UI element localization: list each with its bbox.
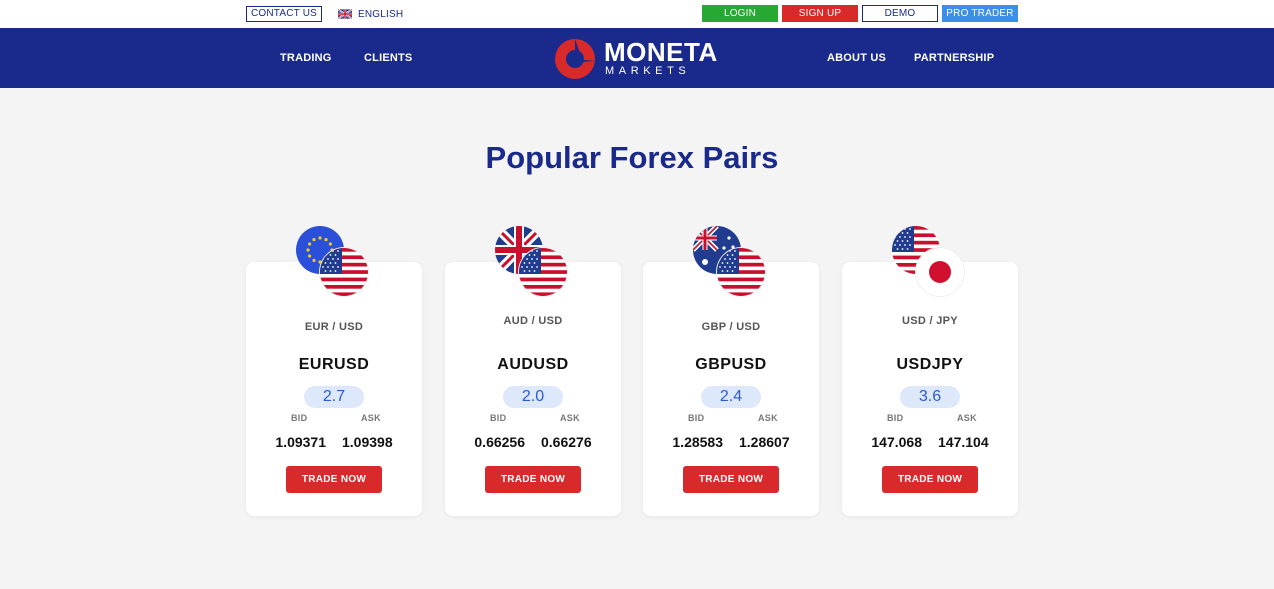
page-title: Popular Forex Pairs bbox=[485, 140, 779, 175]
forex-pair-card: EUR / USD EURUSD 2.7 BID ASK 1.09371 1.09… bbox=[246, 262, 422, 516]
ask-label: ASK bbox=[758, 413, 778, 423]
ask-label: ASK bbox=[957, 413, 977, 423]
ask-price: 0.66276 bbox=[541, 434, 592, 450]
trade-now-button[interactable]: TRADE NOW bbox=[286, 466, 382, 493]
bid-label: BID bbox=[291, 413, 308, 423]
pair-symbol: AUDUSD bbox=[497, 356, 569, 373]
bid-price: 1.09371 bbox=[275, 434, 326, 450]
uk-flag-icon bbox=[338, 9, 352, 19]
pro-trader-button[interactable]: PRO TRADER bbox=[942, 5, 1018, 22]
pair-flags bbox=[892, 226, 968, 302]
pair-symbol: EURUSD bbox=[298, 356, 370, 373]
bid-label: BID bbox=[688, 413, 705, 423]
pair-flags bbox=[296, 226, 372, 302]
price-row: 1.28583 1.28607 bbox=[643, 434, 819, 450]
demo-button[interactable]: DEMO bbox=[862, 5, 938, 22]
pair-flags bbox=[495, 226, 571, 302]
price-row: 0.66256 0.66276 bbox=[445, 434, 621, 450]
login-button[interactable]: LOGIN bbox=[702, 5, 778, 22]
logo-subtitle: MARKETS bbox=[605, 65, 691, 77]
ask-price: 147.104 bbox=[938, 434, 989, 450]
spread-badge: 2.0 bbox=[503, 386, 563, 408]
language-selector[interactable]: ENGLISH bbox=[338, 6, 403, 22]
us-flag-icon bbox=[717, 248, 765, 296]
price-row: 1.09371 1.09398 bbox=[246, 434, 422, 450]
nav-trading[interactable]: TRADING bbox=[280, 52, 332, 64]
trade-now-button[interactable]: TRADE NOW bbox=[683, 466, 779, 493]
ask-label: ASK bbox=[361, 413, 381, 423]
pair-label: USD / JPY bbox=[902, 315, 958, 327]
forex-pair-card: USD / JPY USDJPY 3.6 BID ASK 147.068 147.… bbox=[842, 262, 1018, 516]
bid-label: BID bbox=[490, 413, 507, 423]
language-label: ENGLISH bbox=[358, 8, 404, 20]
contact-us-button[interactable]: CONTACT US bbox=[246, 6, 322, 22]
ask-price: 1.28607 bbox=[739, 434, 790, 450]
us-flag-icon bbox=[320, 248, 368, 296]
pair-label: GBP / USD bbox=[701, 321, 761, 333]
moneta-logo[interactable]: MONETA MARKETS bbox=[554, 36, 717, 80]
ask-label: ASK bbox=[560, 413, 580, 423]
logo-wordmark: MONETA bbox=[604, 37, 718, 67]
ask-price: 1.09398 bbox=[342, 434, 393, 450]
pair-label: AUD / USD bbox=[503, 315, 563, 327]
nav-about-us[interactable]: ABOUT US bbox=[827, 52, 886, 64]
us-flag-icon bbox=[519, 248, 567, 296]
trade-now-button[interactable]: TRADE NOW bbox=[882, 466, 978, 493]
pair-symbol: USDJPY bbox=[896, 356, 964, 373]
spread-badge: 2.4 bbox=[701, 386, 761, 408]
bid-price: 1.28583 bbox=[672, 434, 723, 450]
spread-badge: 2.7 bbox=[304, 386, 364, 408]
nav-clients[interactable]: CLIENTS bbox=[364, 52, 412, 64]
bid-price: 147.068 bbox=[871, 434, 922, 450]
price-row: 147.068 147.104 bbox=[842, 434, 1018, 450]
forex-pair-card: GBP / USD GBPUSD 2.4 BID ASK 1.28583 1.28… bbox=[643, 262, 819, 516]
sign-up-button[interactable]: SIGN UP bbox=[782, 5, 858, 22]
pair-flags bbox=[693, 226, 769, 302]
jp-flag-icon bbox=[916, 248, 964, 296]
pair-symbol: GBPUSD bbox=[695, 356, 767, 373]
trade-now-button[interactable]: TRADE NOW bbox=[485, 466, 581, 493]
bid-label: BID bbox=[887, 413, 904, 423]
main-nav: TRADING CLIENTS MONETA MARKETS ABOUT US … bbox=[0, 28, 1274, 88]
forex-pair-card: AUD / USD AUDUSD 2.0 BID ASK 0.66256 0.66… bbox=[445, 262, 621, 516]
pair-label: EUR / USD bbox=[304, 321, 364, 333]
spread-badge: 3.6 bbox=[900, 386, 960, 408]
moneta-logo-icon bbox=[555, 39, 595, 79]
bid-price: 0.66256 bbox=[474, 434, 525, 450]
top-utility-bar: CONTACT US ENGLISH LOGIN SIGN UP DEMO PR… bbox=[0, 0, 1274, 28]
nav-partnership[interactable]: PARTNERSHIP bbox=[914, 52, 994, 64]
